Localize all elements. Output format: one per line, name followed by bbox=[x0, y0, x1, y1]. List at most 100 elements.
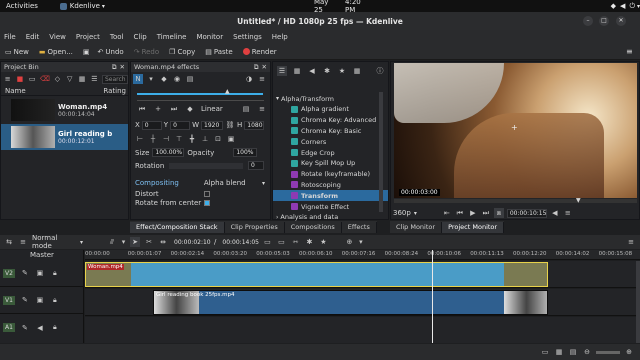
column-rating[interactable]: Rating bbox=[103, 87, 126, 95]
timeline-scrollbar[interactable] bbox=[636, 261, 640, 343]
settings-icon[interactable]: ▦ bbox=[352, 66, 362, 76]
effect-item[interactable]: Corners bbox=[273, 136, 388, 147]
power-icon[interactable]: ⏻ bbox=[629, 2, 635, 11]
track-v2-lane[interactable]: Woman.mp4 bbox=[85, 261, 640, 288]
track-v1-lane[interactable]: Girl reading book 25fps.mp4 bbox=[85, 289, 640, 316]
interpolation-select[interactable]: Linear bbox=[201, 105, 223, 113]
hamburger-menu-icon[interactable]: ≡ bbox=[626, 47, 633, 56]
tab-compositions[interactable]: Compositions bbox=[285, 221, 342, 233]
collapse-icon[interactable]: ◑ bbox=[244, 74, 254, 84]
list-view-icon[interactable]: ☰ bbox=[277, 65, 287, 76]
ripple-icon[interactable]: ▭ bbox=[276, 237, 286, 247]
network-icon[interactable]: ◆ bbox=[611, 2, 616, 10]
zoom-select[interactable]: 360p bbox=[393, 209, 411, 217]
menu-monitor[interactable]: Monitor bbox=[196, 33, 223, 41]
hide-icon[interactable]: ◉ bbox=[172, 74, 182, 84]
column-name[interactable]: Name bbox=[5, 87, 26, 95]
chevron-down-icon[interactable]: ▾ bbox=[121, 237, 126, 247]
compositing-icon[interactable]: ✎ bbox=[20, 295, 30, 305]
video-preview[interactable]: + 00:00:03:00 bbox=[394, 63, 637, 198]
undo-button[interactable]: ↶ Undo bbox=[98, 44, 124, 60]
menu-tool[interactable]: Tool bbox=[110, 33, 124, 41]
tag-icon[interactable]: ◇ bbox=[53, 74, 62, 84]
menu-icon[interactable]: ≡ bbox=[3, 74, 12, 84]
lock-icon[interactable]: 🔒︎ bbox=[50, 323, 60, 333]
lock-ratio-icon[interactable]: ⛓ bbox=[225, 120, 235, 130]
add-icon[interactable]: ⊕ bbox=[344, 237, 354, 247]
size-input[interactable]: 100.00% bbox=[152, 148, 185, 157]
tab-clip-monitor[interactable]: Clip Monitor bbox=[390, 221, 443, 233]
zoom-slider[interactable] bbox=[596, 350, 620, 354]
menu-help[interactable]: Help bbox=[272, 33, 288, 41]
tab-effects[interactable]: Effects bbox=[342, 221, 377, 233]
app-name[interactable]: Kdenlive bbox=[70, 2, 100, 10]
w-input[interactable]: 1920 bbox=[201, 120, 223, 130]
marker-icon[interactable]: ✱ bbox=[304, 237, 314, 247]
align-vcenter-icon[interactable]: ╋ bbox=[187, 134, 197, 144]
razor-tool-icon[interactable]: ✂ bbox=[144, 237, 154, 247]
align-icon[interactable]: ▤ bbox=[241, 104, 251, 114]
rotate-center-checkbox[interactable] bbox=[204, 199, 210, 206]
play-icon[interactable]: ▶ bbox=[468, 208, 478, 218]
info-icon[interactable]: ⓘ bbox=[375, 66, 385, 76]
add-keyframe-icon[interactable]: + bbox=[153, 104, 163, 114]
copy-button[interactable]: ❐ Copy bbox=[169, 44, 195, 60]
maximize-icon[interactable]: □ bbox=[599, 16, 609, 26]
track-header-a1[interactable]: A1 ✎ ◀ 🔒︎ bbox=[0, 314, 83, 341]
delete-icon[interactable]: ⌫ bbox=[40, 74, 50, 84]
add-clip-icon[interactable]: ■ bbox=[15, 74, 24, 84]
close-panel-icon[interactable]: ✕ bbox=[120, 63, 125, 71]
in-point-icon[interactable]: ⇤ bbox=[442, 208, 452, 218]
fill-icon[interactable]: ▣ bbox=[226, 134, 236, 144]
folder-add-icon[interactable]: ▭ bbox=[28, 74, 37, 84]
save-preset-icon[interactable]: ▤ bbox=[185, 74, 195, 84]
effect-item[interactable]: Key Spill Mop Up bbox=[273, 158, 388, 169]
tab-effect-composition-stack[interactable]: Effect/Composition Stack bbox=[130, 221, 225, 233]
rotation-input[interactable]: 0 bbox=[248, 161, 264, 170]
effect-item[interactable]: Chroma Key: Advanced bbox=[273, 115, 388, 126]
track-header-v2[interactable]: V2 ✎ ▣ 🔒︎ bbox=[0, 260, 83, 287]
effects-scrollbar[interactable] bbox=[379, 92, 383, 212]
menu-edit[interactable]: Edit bbox=[26, 33, 40, 41]
activities-button[interactable]: Activities bbox=[6, 2, 38, 10]
redo-button[interactable]: ↷ Redo bbox=[134, 44, 159, 60]
track-menu-icon[interactable]: ⇆ bbox=[4, 237, 14, 247]
edit-mode-select[interactable]: Normal mode bbox=[32, 234, 78, 250]
audio-effects-icon[interactable]: ◀ bbox=[307, 66, 317, 76]
paste-button[interactable]: ▤ Paste bbox=[205, 44, 233, 60]
zoom-out-icon[interactable]: ⊖ bbox=[582, 347, 592, 357]
filter-icon[interactable]: ▽ bbox=[65, 74, 74, 84]
zoom-in-icon[interactable]: ⊕ bbox=[624, 347, 634, 357]
menu-view[interactable]: View bbox=[49, 33, 66, 41]
effect-item[interactable]: Vignette Effect bbox=[273, 201, 388, 212]
razor-menu-icon[interactable]: ⫻ bbox=[107, 237, 117, 247]
timeline-area[interactable]: 00:00:00 00:00:01:07 00:00:02:14 00:00:03:2… bbox=[85, 250, 640, 343]
lock-icon[interactable]: 🔒︎ bbox=[50, 268, 60, 278]
align-left-icon[interactable]: ⊢ bbox=[135, 134, 145, 144]
lock-icon[interactable]: 🔒︎ bbox=[50, 295, 60, 305]
tab-clip-properties[interactable]: Clip Properties bbox=[225, 221, 285, 233]
keyframe-slider[interactable]: ▲ bbox=[137, 88, 264, 101]
select-tool-icon[interactable]: ➤ bbox=[130, 237, 141, 247]
float-icon[interactable]: ⧉ bbox=[254, 63, 259, 72]
split-audio-icon[interactable]: ▭ bbox=[262, 237, 272, 247]
timeline-position[interactable]: 00:00:02:10 bbox=[172, 238, 211, 247]
next-keyframe-icon[interactable]: ⏭ bbox=[169, 104, 179, 114]
favorite-icon[interactable]: ★ bbox=[318, 237, 328, 247]
new-button[interactable]: ▭ New bbox=[5, 44, 29, 60]
menu-icon[interactable]: ≡ bbox=[257, 74, 267, 84]
distort-checkbox[interactable] bbox=[204, 190, 210, 197]
timeline-menu-icon[interactable]: ≡ bbox=[626, 237, 636, 247]
bin-item-girl[interactable]: Girl reading b 00:00:12:01 bbox=[1, 124, 128, 150]
effect-item[interactable]: Alpha gradient bbox=[273, 104, 388, 115]
y-input[interactable]: 0 bbox=[170, 120, 191, 130]
fit-icon[interactable]: ⊡ bbox=[213, 134, 223, 144]
render-button[interactable]: Render bbox=[242, 44, 277, 60]
effect-dropdown-icon[interactable]: ▾ bbox=[146, 74, 156, 84]
menu-project[interactable]: Project bbox=[76, 33, 100, 41]
close-panel-icon[interactable]: ✕ bbox=[262, 63, 267, 71]
menu-timeline[interactable]: Timeline bbox=[157, 33, 187, 41]
time-ruler[interactable]: 00:00:00 00:00:01:07 00:00:02:14 00:00:03:2… bbox=[85, 250, 640, 260]
bin-item-woman[interactable]: Woman.mp4 00:00:14:04 bbox=[1, 98, 128, 122]
rewind-icon[interactable]: ⏮ bbox=[455, 208, 465, 218]
